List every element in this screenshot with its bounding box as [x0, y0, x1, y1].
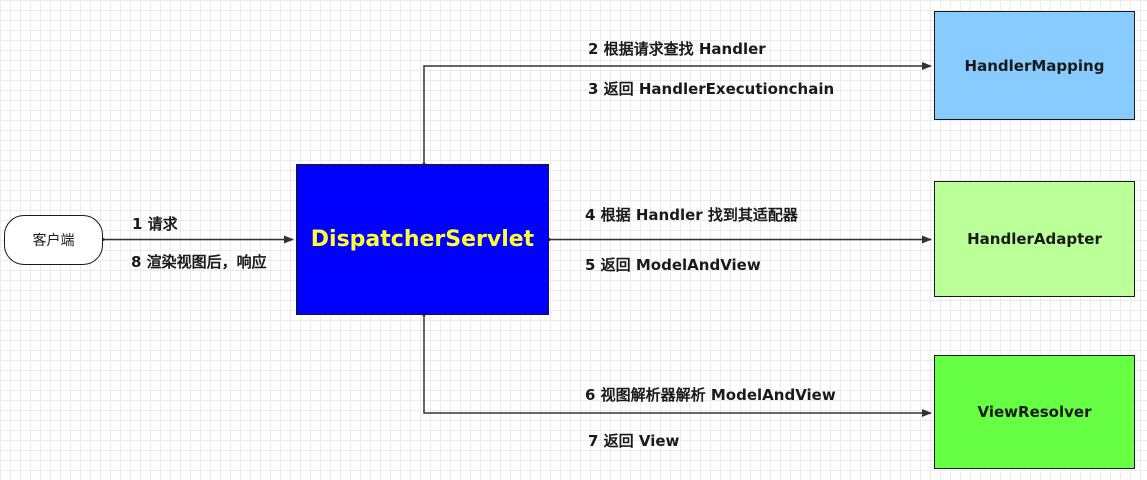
edge-label-resolve-view: 6 视图解析器解析 ModelAndView: [585, 386, 836, 404]
handler-mapping-label: HandlerMapping: [964, 56, 1105, 75]
handler-adapter-node: HandlerAdapter: [934, 181, 1135, 297]
handler-adapter-label: HandlerAdapter: [967, 230, 1102, 248]
client-node-label: 客户端: [32, 233, 75, 249]
dispatcher-servlet-label: DispatcherServlet: [310, 227, 535, 252]
edge-label-return-execution-chain: 3 返回 HandlerExecutionchain: [588, 80, 835, 98]
client-node: 客户端: [4, 215, 103, 265]
edge-label-request: 1 请求: [132, 215, 178, 233]
edge-label-return-model-and-view: 5 返回 ModelAndView: [585, 256, 761, 274]
edge-label-return-view: 7 返回 View: [588, 432, 680, 450]
handler-mapping-node: HandlerMapping: [934, 11, 1135, 120]
edge-label-find-adapter: 4 根据 Handler 找到其适配器: [585, 206, 798, 224]
view-resolver-node: ViewResolver: [934, 355, 1135, 469]
view-resolver-label: ViewResolver: [977, 403, 1092, 421]
edge-label-render-response: 8 渲染视图后，响应: [131, 253, 267, 271]
dispatcher-servlet-node: DispatcherServlet: [296, 164, 549, 315]
edge-label-find-handler: 2 根据请求查找 Handler: [588, 40, 766, 58]
